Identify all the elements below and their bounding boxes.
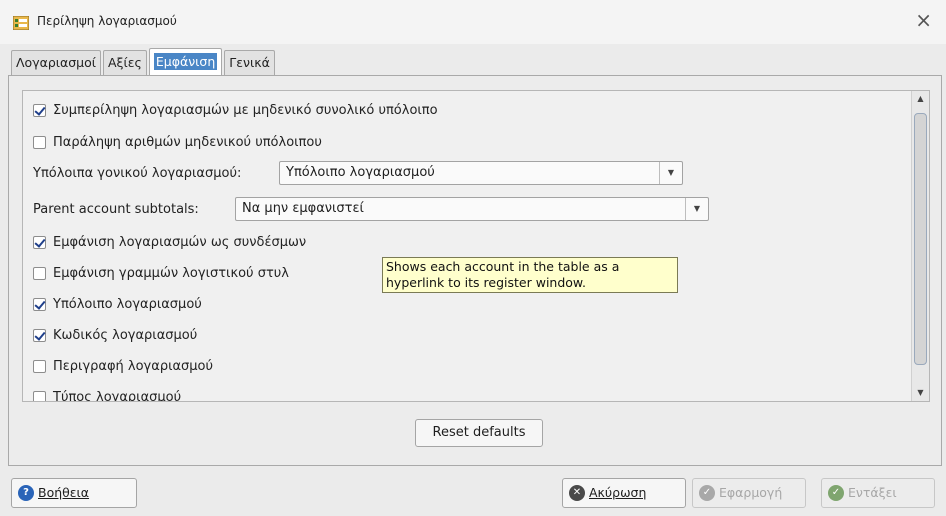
ok-icon: ✓ <box>828 485 844 501</box>
ok-button[interactable]: ✓ Εντάξει <box>821 478 935 508</box>
apply-icon: ✓ <box>699 485 715 501</box>
tab-panel-display: Συμπερίληψη λογαριασμών με μηδενικό συνο… <box>8 75 942 466</box>
tab-bar: Λογαριασμοί Αξίες Εμφάνιση Γενικά <box>11 48 277 76</box>
close-icon[interactable]: × <box>915 10 932 30</box>
tab-display[interactable]: Εμφάνιση <box>148 48 223 75</box>
window-title: Περίληψη λογαριασμού <box>37 14 177 28</box>
parent-balances-label: Υπόλοιπα γονικού λογαριασμού: <box>33 166 242 181</box>
combo-arrow-icon: ▼ <box>685 198 708 220</box>
show-as-links-checkbox[interactable] <box>33 236 46 249</box>
scroll-up-icon[interactable]: ▲ <box>912 91 929 107</box>
option-ledger-lines[interactable]: Εμφάνιση γραμμών λογιστικού στυλ <box>33 266 289 281</box>
title-bar: Περίληψη λογαριασμού × <box>0 0 946 44</box>
app-icon <box>13 16 29 30</box>
tab-general[interactable]: Γενικά <box>224 50 275 75</box>
parent-balances-combo[interactable]: Υπόλοιπο λογαριασμού ▼ <box>279 161 683 185</box>
include-zero-total-checkbox[interactable] <box>33 104 46 117</box>
apply-button[interactable]: ✓ Εφαρμογή <box>692 478 806 508</box>
cancel-icon: ✕ <box>569 485 585 501</box>
reset-defaults-button[interactable]: Reset defaults <box>415 419 543 447</box>
option-account-description[interactable]: Περιγραφή λογαριασμού <box>33 359 213 374</box>
parent-subtotals-label: Parent account subtotals: <box>33 202 199 217</box>
scrollbar-thumb[interactable] <box>914 113 927 365</box>
option-include-zero-total[interactable]: Συμπερίληψη λογαριασμών με μηδενικό συνο… <box>33 103 438 118</box>
help-icon: ? <box>18 485 34 501</box>
ledger-lines-checkbox[interactable] <box>33 267 46 280</box>
option-omit-zero-amounts[interactable]: Παράληψη αριθμών μηδενικού υπόλοιπου <box>33 135 322 150</box>
tab-accounts[interactable]: Λογαριασμοί <box>11 50 101 75</box>
omit-zero-amounts-checkbox[interactable] <box>33 136 46 149</box>
option-account-balance[interactable]: Υπόλοιπο λογαριασμού <box>33 297 202 312</box>
parent-subtotals-combo[interactable]: Να μην εμφανιστεί ▼ <box>235 197 709 221</box>
options-scroll-area: Συμπερίληψη λογαριασμών με μηδενικό συνο… <box>22 90 930 402</box>
option-account-code[interactable]: Κωδικός λογαριασμού <box>33 328 197 343</box>
links-tooltip: Shows each account in the table as a hyp… <box>382 257 678 293</box>
combo-arrow-icon: ▼ <box>659 162 682 184</box>
tab-commodities[interactable]: Αξίες <box>103 50 147 75</box>
option-account-type[interactable]: Τύπος λογαριασμού <box>33 390 181 401</box>
account-code-checkbox[interactable] <box>33 329 46 342</box>
cancel-button[interactable]: ✕ Ακύρωση <box>562 478 686 508</box>
vertical-scrollbar[interactable]: ▲ ▼ <box>911 91 929 401</box>
account-type-checkbox[interactable] <box>33 391 46 401</box>
scroll-down-icon[interactable]: ▼ <box>912 385 929 401</box>
help-button[interactable]: ? Βοήθεια <box>11 478 137 508</box>
account-balance-checkbox[interactable] <box>33 298 46 311</box>
account-description-checkbox[interactable] <box>33 360 46 373</box>
option-show-as-links[interactable]: Εμφάνιση λογαριασμών ως συνδέσμων <box>33 235 306 250</box>
